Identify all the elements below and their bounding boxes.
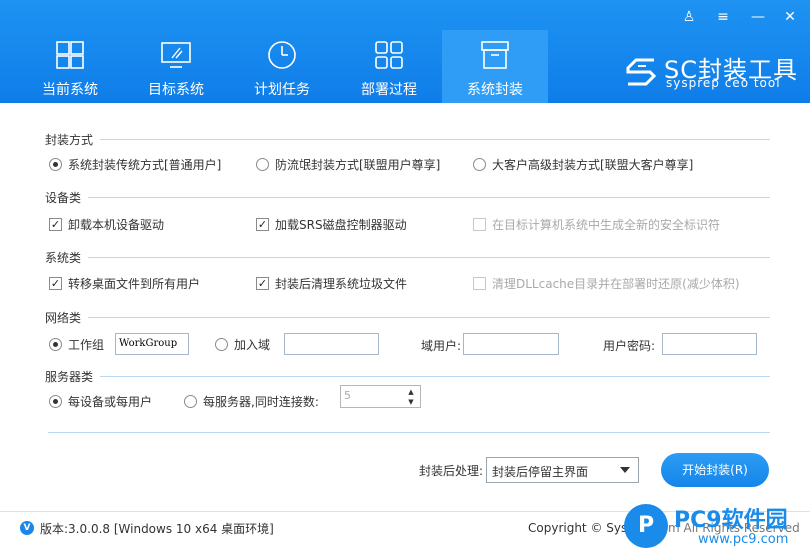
connections-value[interactable]: 5 xyxy=(344,389,351,402)
section-title-package-mode: 封装方式 xyxy=(45,133,94,147)
section-divider xyxy=(48,432,770,433)
option-label-clean-dllcache: 清理DLLcache目录并在部署时还原(减少体积) xyxy=(492,277,740,291)
tab-label: 目标系统 xyxy=(148,82,204,98)
domain-input[interactable] xyxy=(284,333,379,355)
option-label-per-server[interactable]: 每服务器,同时连接数: xyxy=(203,394,319,410)
section-title-devices: 设备类 xyxy=(45,191,82,205)
header-bar: ♙ ≡ — ✕ 当前系统 目标系统 计划任务 部署过程 系统封装 SC封装工具 … xyxy=(0,0,810,103)
app-logo: SC封装工具 sysprep ceo tool xyxy=(624,52,804,92)
workgroup-input[interactable]: WorkGroup xyxy=(115,333,189,355)
tab-label: 当前系统 xyxy=(42,82,98,98)
section-divider xyxy=(88,257,770,258)
checkbox-load-srs[interactable]: ✓ xyxy=(256,218,269,231)
windows-icon xyxy=(56,41,84,69)
option-label-move-desktop[interactable]: 转移桌面文件到所有用户 xyxy=(68,276,200,292)
option-label-new-sid: 在目标计算机系统中生成全新的安全标识符 xyxy=(492,218,721,232)
tab-system-package[interactable]: 系统封装 xyxy=(442,30,548,103)
section-title-server: 服务器类 xyxy=(45,370,94,384)
user-password-input[interactable] xyxy=(662,333,757,355)
domain-user-label: 域用户: xyxy=(421,339,462,353)
section-divider xyxy=(100,376,770,377)
checkbox-clean-dllcache xyxy=(473,277,486,290)
package-icon xyxy=(481,41,509,69)
tab-deploy-process[interactable]: 部署过程 xyxy=(336,30,442,103)
option-label-uninstall-drivers[interactable]: 卸载本机设备驱动 xyxy=(68,217,164,233)
copyright-text: Copyright © Sys xyxy=(528,521,628,535)
radio-per-server[interactable] xyxy=(184,395,197,408)
watermark-badge-icon: P xyxy=(624,504,668,548)
option-label-clean-junk[interactable]: 封装后清理系统垃圾文件 xyxy=(275,276,407,292)
tab-label: 系统封装 xyxy=(467,82,523,98)
user-icon[interactable]: ♙ xyxy=(674,6,704,28)
tab-current-system[interactable]: 当前系统 xyxy=(17,30,123,103)
monitor-icon xyxy=(161,42,191,68)
option-label-enterprise[interactable]: 大客户高级封装方式[联盟大客户尊享] xyxy=(492,157,693,173)
after-package-value: 封装后停留主界面 xyxy=(492,465,589,479)
section-divider xyxy=(88,317,770,318)
section-title-network: 网络类 xyxy=(45,311,82,325)
clock-icon xyxy=(268,41,296,69)
section-divider xyxy=(88,197,770,198)
after-package-label: 封装后处理: xyxy=(419,464,484,478)
tab-label: 计划任务 xyxy=(254,82,310,98)
option-label-workgroup[interactable]: 工作组 xyxy=(68,337,104,353)
radio-join-domain[interactable] xyxy=(215,338,228,351)
version-icon: V xyxy=(20,521,34,535)
sc-logo-icon xyxy=(626,58,657,86)
tab-label: 部署过程 xyxy=(361,82,417,98)
radio-anti-rogue[interactable] xyxy=(256,158,269,171)
close-icon[interactable]: ✕ xyxy=(775,6,805,28)
section-divider xyxy=(100,139,770,140)
radio-per-device[interactable] xyxy=(49,395,62,408)
checkbox-uninstall-drivers[interactable]: ✓ xyxy=(49,218,62,231)
domain-user-input[interactable] xyxy=(463,333,559,355)
version-text: 版本:3.0.0.8 [Windows 10 x64 桌面环境] xyxy=(40,522,274,536)
radio-traditional[interactable] xyxy=(49,158,62,171)
user-password-label: 用户密码: xyxy=(603,339,656,353)
radio-workgroup[interactable] xyxy=(49,338,62,351)
option-label-per-device[interactable]: 每设备或每用户 xyxy=(68,394,152,410)
watermark: P PC9软件园 www.pc9.com xyxy=(624,502,810,551)
spin-up-icon[interactable]: ▲ xyxy=(404,387,418,397)
checkbox-clean-junk[interactable]: ✓ xyxy=(256,277,269,290)
checkbox-new-sid xyxy=(473,218,486,231)
section-title-system: 系统类 xyxy=(45,251,82,265)
option-label-load-srs[interactable]: 加载SRS磁盘控制器驱动 xyxy=(275,217,407,233)
tab-target-system[interactable]: 目标系统 xyxy=(123,30,229,103)
after-package-select[interactable]: 封装后停留主界面 xyxy=(486,457,639,483)
minimize-icon[interactable]: — xyxy=(743,6,773,28)
watermark-title: PC9软件园 xyxy=(674,508,788,533)
menu-icon[interactable]: ≡ xyxy=(708,6,738,28)
option-label-join-domain[interactable]: 加入域 xyxy=(234,337,270,353)
chevron-down-icon xyxy=(620,467,630,473)
connections-spinner[interactable]: 5 ▲ ▼ xyxy=(340,385,421,408)
watermark-url: www.pc9.com xyxy=(698,532,789,547)
start-package-button[interactable]: 开始封装(R) xyxy=(661,453,769,487)
option-label-anti-rogue[interactable]: 防流氓封装方式[联盟用户尊享] xyxy=(275,157,440,173)
checkbox-move-desktop[interactable]: ✓ xyxy=(49,277,62,290)
grid-icon xyxy=(375,41,403,69)
spin-down-icon[interactable]: ▼ xyxy=(404,397,418,407)
radio-enterprise[interactable] xyxy=(473,158,486,171)
tab-scheduled-task[interactable]: 计划任务 xyxy=(229,30,335,103)
logo-subtitle: sysprep ceo tool xyxy=(666,76,781,90)
option-label-traditional[interactable]: 系统封装传统方式[普通用户] xyxy=(68,157,221,173)
